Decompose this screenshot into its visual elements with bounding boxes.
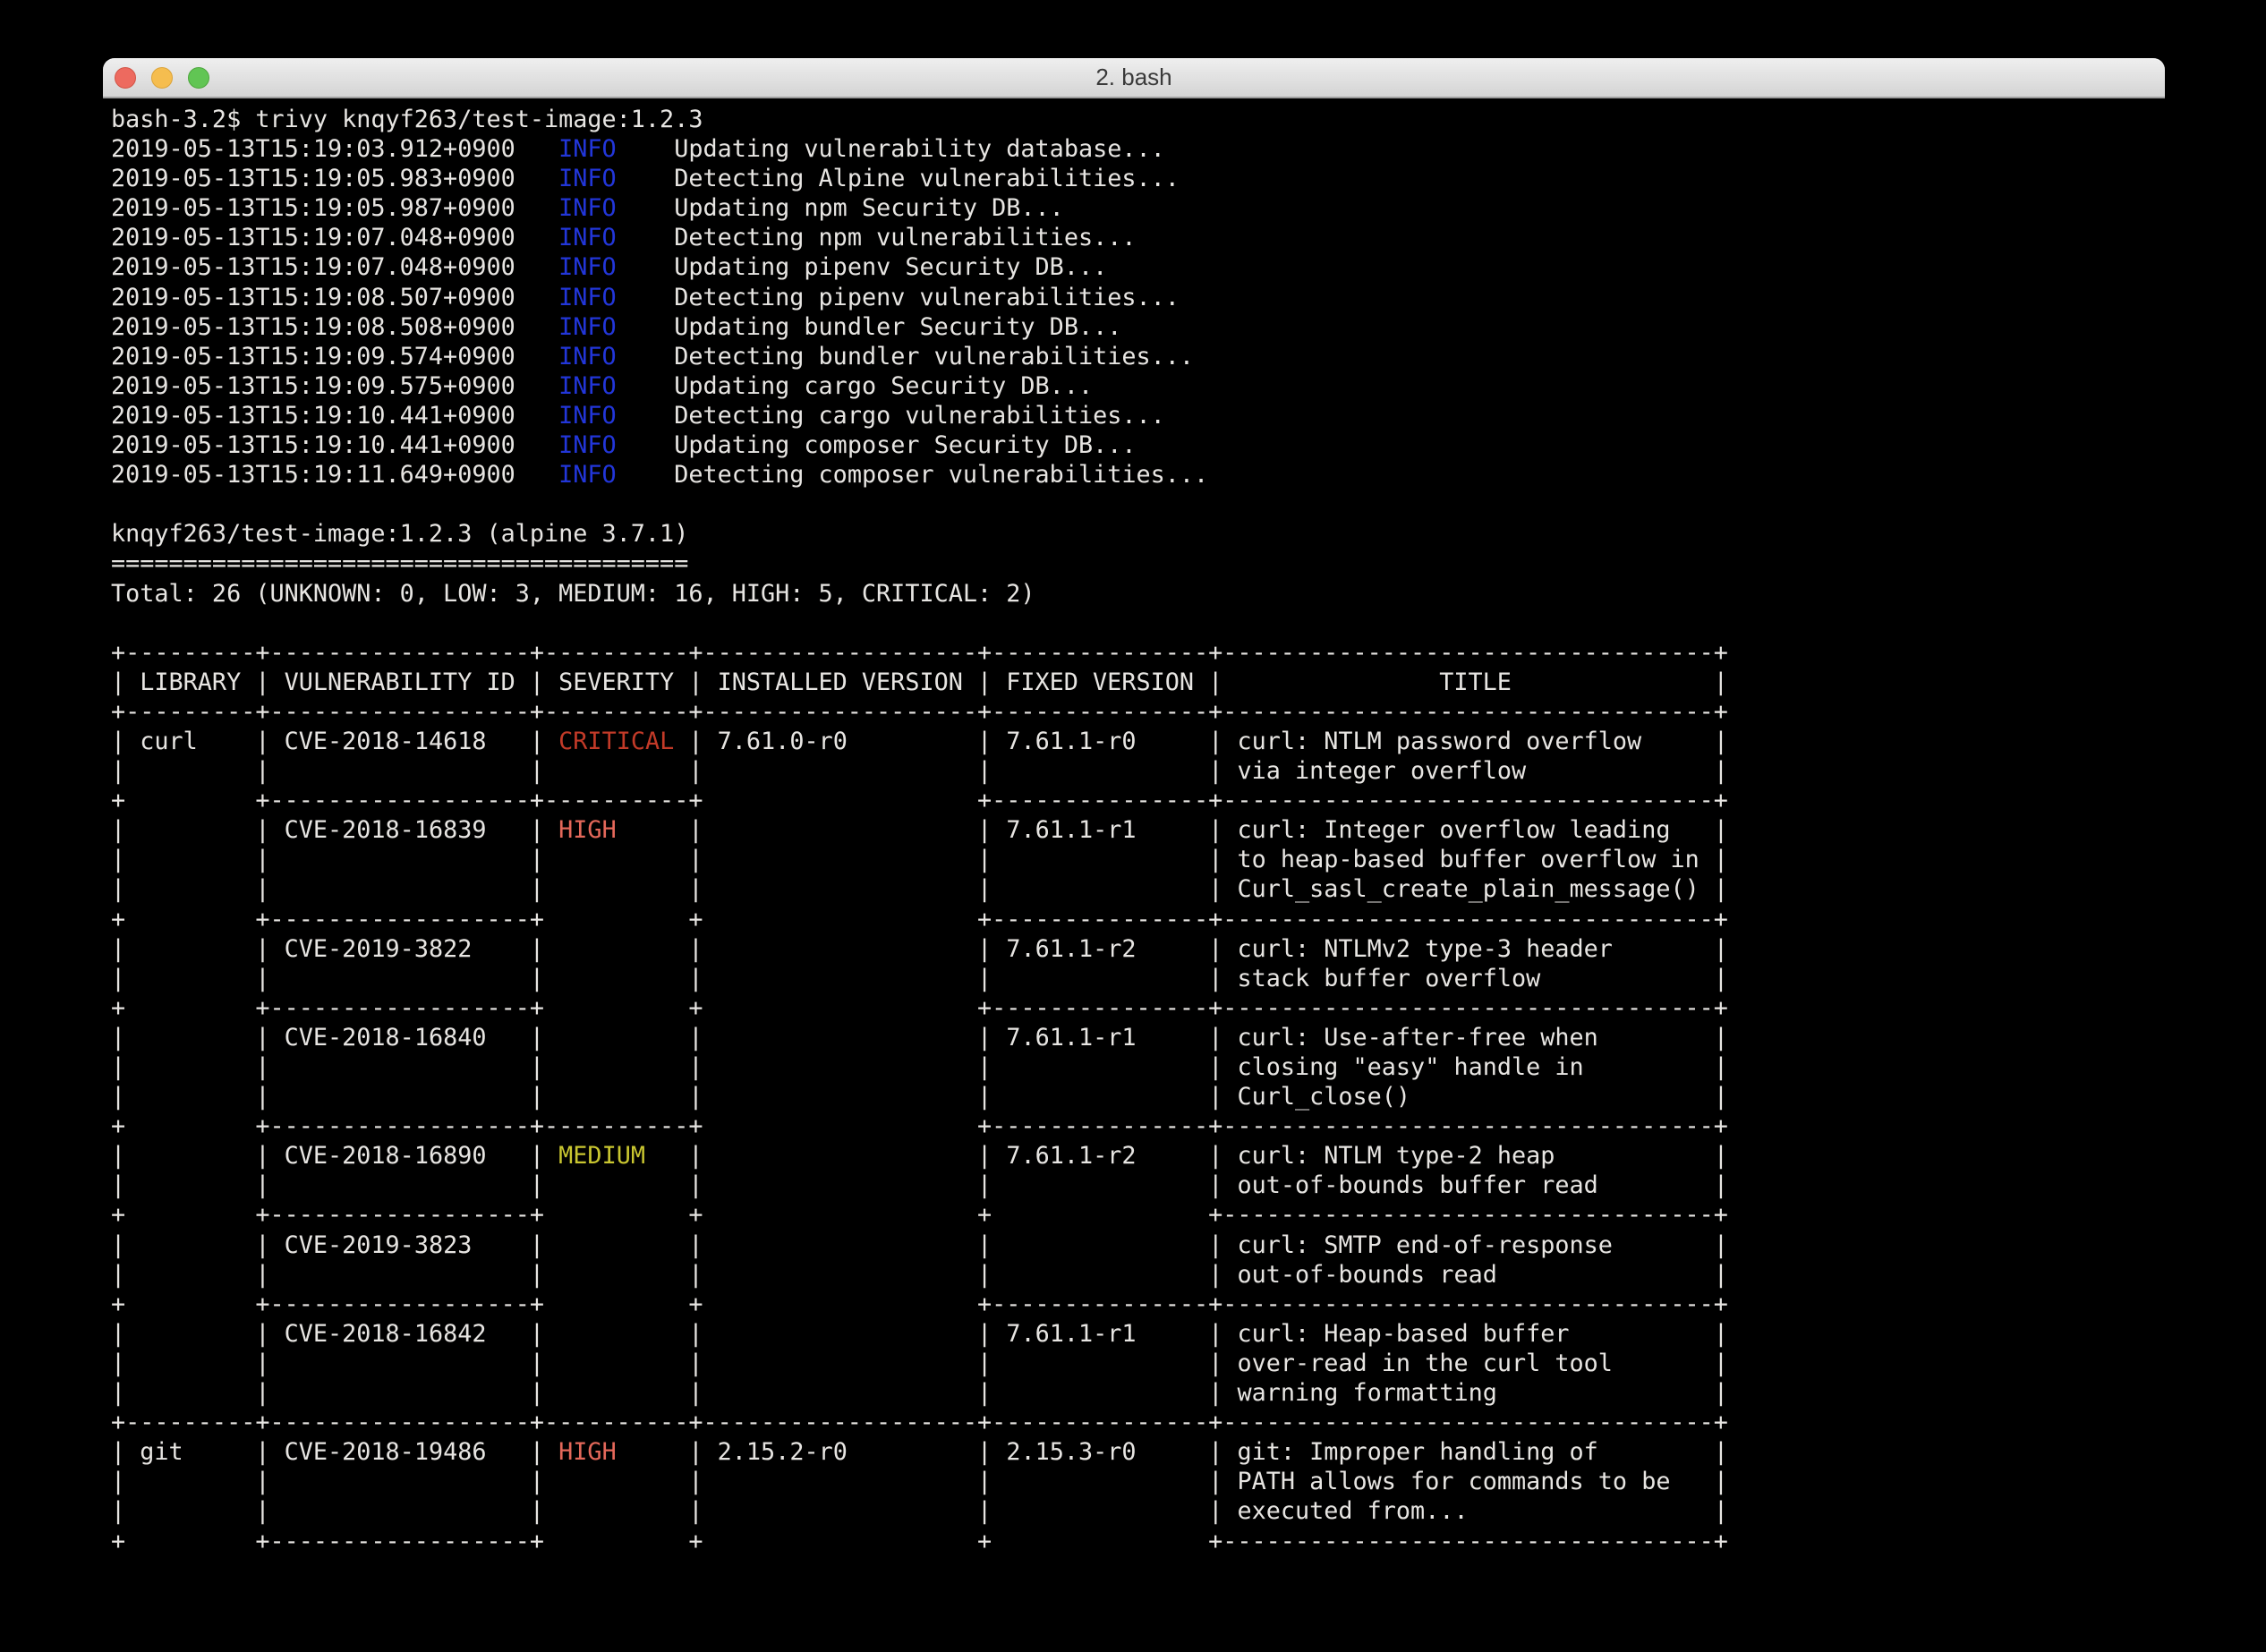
log-line: 2019-05-13T15:19:09.574+0900 INFO Detect… <box>111 343 1194 370</box>
table-separator: + +------------------+ + +--------------… <box>111 1290 1728 1318</box>
table-row: | | | | | | executed from... | <box>111 1497 1728 1525</box>
log-level: INFO <box>558 313 617 341</box>
log-line: 2019-05-13T15:19:09.575+0900 INFO Updati… <box>111 372 1093 400</box>
severity-badge: HIGH <box>544 816 688 844</box>
terminal-content-area[interactable]: bash-3.2$ trivy knqyf263/test-image:1.2.… <box>103 98 2165 1613</box>
table-row: | | CVE-2018-16840 | | | 7.61.1-r1 | cur… <box>111 1024 1728 1052</box>
titlebar[interactable]: 2. bash <box>103 58 2165 98</box>
log-line: 2019-05-13T15:19:05.983+0900 INFO Detect… <box>111 165 1180 192</box>
table-row: | | | | | | out-of-bounds buffer read | <box>111 1171 1728 1199</box>
table-border: +---------+------------------+----------… <box>111 698 1728 726</box>
table-row: | | CVE-2019-3822 | | | 7.61.1-r2 | curl… <box>111 935 1728 963</box>
close-button[interactable] <box>115 67 136 89</box>
severity-badge: HIGH <box>544 1438 688 1466</box>
log-level: INFO <box>558 461 617 489</box>
table-row: | | | | | | closing "easy" handle in | <box>111 1053 1728 1081</box>
log-line: 2019-05-13T15:19:05.987+0900 INFO Updati… <box>111 194 1064 222</box>
table-row: | curl | CVE-2018-14618 | CRITICAL | 7.6… <box>111 728 1728 755</box>
table-row: | | | | | | Curl_sasl_create_plain_messa… <box>111 875 1728 903</box>
severity-badge: MEDIUM <box>544 1142 688 1170</box>
minimize-button[interactable] <box>151 67 173 89</box>
table-row: | | CVE-2018-16839 | HIGH | | 7.61.1-r1 … <box>111 816 1728 844</box>
log-line: 2019-05-13T15:19:11.649+0900 INFO Detect… <box>111 461 1208 489</box>
log-level: INFO <box>558 135 617 163</box>
table-header: | LIBRARY | VULNERABILITY ID | SEVERITY … <box>111 668 1728 696</box>
table-row: | | CVE-2018-16890 | MEDIUM | | 7.61.1-r… <box>111 1142 1728 1170</box>
log-line: 2019-05-13T15:19:07.048+0900 INFO Detect… <box>111 224 1136 251</box>
window-controls <box>115 67 209 89</box>
table-row: | | | | | | out-of-bounds read | <box>111 1261 1728 1289</box>
log-line: 2019-05-13T15:19:08.507+0900 INFO Detect… <box>111 284 1180 311</box>
table-separator: + +------------------+ + +--------------… <box>111 906 1728 933</box>
table-separator: + +------------------+ + +--------------… <box>111 994 1728 1022</box>
severity-badge: CRITICAL <box>544 728 688 755</box>
log-line: 2019-05-13T15:19:07.048+0900 INFO Updati… <box>111 253 1107 281</box>
log-line: 2019-05-13T15:19:10.441+0900 INFO Updati… <box>111 431 1136 459</box>
zoom-button[interactable] <box>188 67 209 89</box>
table-row: | | | | | | via integer overflow | <box>111 757 1728 785</box>
table-row: | | | | | | over-read in the curl tool | <box>111 1350 1728 1377</box>
vulnerability-summary: Total: 26 (UNKNOWN: 0, LOW: 3, MEDIUM: 1… <box>111 580 1035 608</box>
log-level: INFO <box>558 165 617 192</box>
log-level: INFO <box>558 431 617 459</box>
table-separator: + +------------------+ + + +------------… <box>111 1528 1728 1555</box>
table-row: | | | | | | stack buffer overflow | <box>111 965 1728 992</box>
terminal-output: bash-3.2$ trivy knqyf263/test-image:1.2.… <box>103 98 2165 1556</box>
log-level: INFO <box>558 253 617 281</box>
log-line: 2019-05-13T15:19:08.508+0900 INFO Updati… <box>111 313 1121 341</box>
table-row: | | | | | | to heap-based buffer overflo… <box>111 846 1728 873</box>
artifact-title: knqyf263/test-image:1.2.3 (alpine 3.7.1) <box>111 520 688 548</box>
table-row: | | CVE-2019-3823 | | | | curl: SMTP end… <box>111 1231 1728 1259</box>
table-separator: + +------------------+----------+ +-----… <box>111 787 1728 814</box>
log-level: INFO <box>558 343 617 370</box>
shell-prompt-line: bash-3.2$ trivy knqyf263/test-image:1.2.… <box>111 106 703 133</box>
window-title: 2. bash <box>103 58 2165 96</box>
log-line: 2019-05-13T15:19:03.912+0900 INFO Updati… <box>111 135 1165 163</box>
log-level: INFO <box>558 284 617 311</box>
table-row: | | | | | | PATH allows for commands to … <box>111 1468 1728 1495</box>
table-row: | | CVE-2018-16842 | | | 7.61.1-r1 | cur… <box>111 1320 1728 1348</box>
table-separator: +---------+------------------+----------… <box>111 1409 1728 1436</box>
terminal-window: 2. bash bash-3.2$ trivy knqyf263/test-im… <box>103 58 2165 1613</box>
table-separator: + +------------------+----------+ +-----… <box>111 1112 1728 1140</box>
table-row: | git | CVE-2018-19486 | HIGH | 2.15.2-r… <box>111 1438 1728 1466</box>
artifact-underline: ======================================== <box>111 549 688 577</box>
log-level: INFO <box>558 224 617 251</box>
log-line: 2019-05-13T15:19:10.441+0900 INFO Detect… <box>111 402 1165 430</box>
log-level: INFO <box>558 194 617 222</box>
table-row: | | | | | | Curl_close() | <box>111 1083 1728 1111</box>
table-row: | | | | | | warning formatting | <box>111 1379 1728 1407</box>
table-border: +---------+------------------+----------… <box>111 639 1728 667</box>
log-level: INFO <box>558 402 617 430</box>
log-level: INFO <box>558 372 617 400</box>
table-separator: + +------------------+ + + +------------… <box>111 1201 1728 1229</box>
